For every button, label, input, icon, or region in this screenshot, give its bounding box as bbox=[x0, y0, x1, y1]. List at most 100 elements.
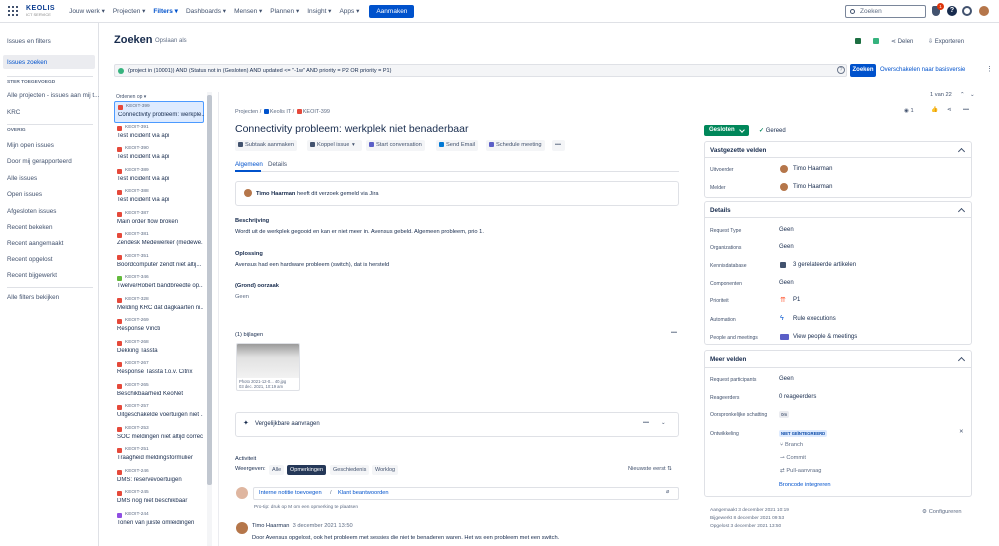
sidebar-item[interactable]: Alle issues bbox=[7, 175, 37, 182]
issue-list-item[interactable]: KEOIT-253 SOC meldingen niet altijd corre… bbox=[114, 424, 204, 446]
app-switcher-icon[interactable] bbox=[8, 6, 18, 16]
field-value[interactable]: Geen bbox=[779, 280, 794, 286]
sidebar-item[interactable]: Recent aangemaakt bbox=[7, 240, 63, 247]
close-icon[interactable]: ✕ bbox=[959, 429, 964, 435]
sidebar-starred-item[interactable]: KRC bbox=[7, 109, 20, 116]
help-icon[interactable]: ? bbox=[947, 6, 957, 16]
field-value[interactable]: Geen bbox=[779, 244, 794, 250]
pane-divider[interactable] bbox=[218, 92, 219, 546]
user-avatar[interactable] bbox=[979, 6, 989, 16]
crumb-projects[interactable]: Projecten bbox=[235, 109, 258, 115]
field-value[interactable]: 0 reageerders bbox=[779, 394, 816, 400]
start-conversation-button[interactable]: Start conversation bbox=[366, 140, 425, 151]
more-options-icon[interactable]: ⋮ bbox=[986, 65, 993, 73]
pinned-fields-header[interactable]: Vastgezette velden bbox=[710, 147, 766, 154]
issue-list-item[interactable]: KEOIT-267 Response Tassta t.o.v. Citrix bbox=[114, 359, 204, 381]
issue-list-item[interactable]: KEOIT-391 Test incident via api bbox=[114, 123, 204, 145]
sidebar-item[interactable]: Recent opgelost bbox=[7, 256, 53, 263]
issue-list-item[interactable]: KEOIT-346 Twelve/Robert bandbreedte op... bbox=[114, 273, 204, 295]
switch-basic-link[interactable]: Overschakelen naar basisversie bbox=[880, 67, 965, 73]
tab-algemeen[interactable]: Algemeen bbox=[235, 161, 263, 168]
save-as-link[interactable]: Opslaan als bbox=[155, 38, 187, 44]
share-button[interactable]: ⋖ Delen bbox=[891, 38, 913, 45]
pager-prev-icon[interactable]: ⌃ bbox=[960, 92, 965, 98]
order-by-dropdown[interactable]: Ordenen op ▾ bbox=[116, 94, 146, 100]
nav-mensen[interactable]: Mensen ▾ bbox=[230, 7, 266, 15]
issue-list-item[interactable]: KEOIT-257 Uitgeschakelde voertuigen niet … bbox=[114, 402, 204, 424]
thumbs-up-icon[interactable]: 👍 bbox=[931, 107, 938, 113]
nav-jouw-werk[interactable]: Jouw werk ▾ bbox=[65, 7, 109, 15]
scrollbar-thumb[interactable] bbox=[207, 95, 212, 485]
integrate-source-link[interactable]: Broncode integreren bbox=[779, 482, 831, 488]
field-value[interactable]: View people & meetings bbox=[793, 334, 857, 340]
filter-worklog[interactable]: Worklog bbox=[372, 465, 399, 475]
issue-title[interactable]: Connectivity probleem: werkplek niet ben… bbox=[235, 123, 468, 135]
issue-list-item[interactable]: KEOIT-388 Test incident via api bbox=[114, 187, 204, 209]
export-button[interactable]: ⇩ Exporteren bbox=[928, 38, 964, 45]
solution-text[interactable]: Avensus had een hardware probleem (switc… bbox=[235, 262, 389, 268]
jql-help-icon[interactable]: ? bbox=[837, 66, 845, 74]
issue-list-item[interactable]: KEOIT-245 DMS nog niet beschikbaar bbox=[114, 488, 204, 510]
sidebar-item[interactable]: Open issues bbox=[7, 191, 42, 198]
issue-list-item[interactable]: KEOIT-328 Melding KRC dat dagkaarten ni..… bbox=[114, 295, 204, 317]
share-icon[interactable]: ⋖ bbox=[947, 107, 952, 113]
field-value[interactable]: Rule executions bbox=[793, 316, 836, 322]
nav-filters[interactable]: Filters ▾ bbox=[149, 7, 182, 15]
search-input[interactable]: Zoeken bbox=[845, 5, 926, 18]
issue-list-item[interactable]: KEOIT-268 Dekking Tassta bbox=[114, 338, 204, 360]
sidebar-item[interactable]: Recent bijgewerkt bbox=[7, 272, 57, 279]
sort-toggle[interactable]: Nieuwste eerst ⇅ bbox=[628, 466, 672, 472]
description-text[interactable]: Wordt uit de werkplek gegooid en kan er … bbox=[235, 229, 484, 235]
nav-insight[interactable]: Insight ▾ bbox=[303, 7, 335, 15]
field-value[interactable]: Geen bbox=[779, 227, 794, 233]
reply-customer-link[interactable]: Klant beantwoorden bbox=[338, 490, 389, 496]
similar-chevron-down-icon[interactable]: ⌄ bbox=[661, 420, 666, 426]
filter-opmerkingen[interactable]: Opmerkingen bbox=[287, 465, 327, 475]
nav-plannen[interactable]: Plannen ▾ bbox=[266, 7, 303, 15]
assignee-value[interactable]: Timo Haarman bbox=[793, 166, 832, 172]
field-value[interactable]: P1 bbox=[793, 297, 800, 303]
search-button[interactable]: Zoeken bbox=[850, 64, 876, 77]
sidebar-starred-item[interactable]: Alle projecten - issues aan mij t... bbox=[7, 92, 99, 99]
filter-alle[interactable]: Alle bbox=[269, 465, 285, 475]
link-issue-dropdown[interactable]: ▾ bbox=[349, 140, 362, 151]
internal-note-link[interactable]: Interne notitie toevoegen bbox=[259, 490, 322, 496]
issue-list-item[interactable]: KEOIT-389 Test incident via api bbox=[114, 166, 204, 188]
issue-list-item[interactable]: KEOIT-246 DMS: reservevoertuigen bbox=[114, 467, 204, 489]
nav-dashboards[interactable]: Dashboards ▾ bbox=[182, 7, 230, 15]
logo[interactable]: KEOLIS ICT SERVICE bbox=[26, 5, 55, 17]
similar-more-icon[interactable]: ••• bbox=[643, 420, 649, 426]
sidebar-item[interactable]: Door mij gerapporteerd bbox=[7, 158, 72, 165]
sidebar-item-issues-zoeken[interactable]: Issues zoeken bbox=[7, 59, 47, 66]
issue-list-item[interactable]: KEOIT-399 Connectivity probleem: werkple.… bbox=[114, 101, 204, 123]
issue-list-item[interactable]: KEOIT-381 Zendesk Medewerker (medewe... bbox=[114, 230, 204, 252]
configure-button[interactable]: ⚙ Configureren bbox=[922, 509, 962, 515]
issue-list-item[interactable]: KEOIT-265 Beschikbaarheid KeoNet bbox=[114, 381, 204, 403]
crumb-project[interactable]: Keolis IT bbox=[270, 109, 291, 115]
issue-list-item[interactable]: KEOIT-269 Response Viricti bbox=[114, 316, 204, 338]
nav-apps[interactable]: Apps ▾ bbox=[335, 7, 363, 15]
sidebar-item[interactable]: Recent bekeken bbox=[7, 224, 53, 231]
issue-list-item[interactable]: KEOIT-251 Traagheid meldingsformulier bbox=[114, 445, 204, 467]
cause-value[interactable]: Geen bbox=[235, 294, 249, 300]
field-value[interactable]: 3 gerelateerde artikelen bbox=[793, 262, 856, 268]
issue-list-item[interactable]: KEOIT-390 Test incident via api bbox=[114, 144, 204, 166]
jql-query-input[interactable]: (project in (10001)) AND (Status not in … bbox=[114, 64, 847, 77]
nav-projecten[interactable]: Projecten ▾ bbox=[109, 7, 150, 15]
sheets-icon[interactable] bbox=[873, 38, 879, 44]
more-options-icon[interactable]: ••• bbox=[963, 107, 969, 113]
issue-list-item[interactable]: KEOIT-351 Boordcomputer zendt niet altij.… bbox=[114, 252, 204, 274]
reporter-value[interactable]: Timo Haarman bbox=[793, 184, 832, 190]
create-subtask-button[interactable]: Subtaak aanmaken bbox=[235, 140, 298, 151]
details-header[interactable]: Details bbox=[710, 207, 731, 214]
watchers-button[interactable]: ◉ 1 bbox=[904, 108, 914, 114]
send-email-button[interactable]: Send Email bbox=[436, 140, 479, 151]
attachments-more-icon[interactable]: ••• bbox=[671, 330, 677, 336]
paperclip-icon[interactable]: ⌀ bbox=[666, 489, 669, 495]
excel-icon[interactable] bbox=[855, 38, 861, 44]
attachment-thumbnail[interactable]: Photo 2021-12-0... 40.jpg 03 dec. 2021, 1… bbox=[236, 343, 300, 391]
create-button[interactable]: Aanmaken bbox=[369, 4, 415, 18]
filter-geschiedenis[interactable]: Geschiedenis bbox=[330, 465, 370, 475]
issue-list-item[interactable]: KEOIT-387 Main order flow broken bbox=[114, 209, 204, 231]
issue-list-item[interactable]: KEOIT-244 Tonen van juiste omleidingen bbox=[114, 510, 204, 532]
